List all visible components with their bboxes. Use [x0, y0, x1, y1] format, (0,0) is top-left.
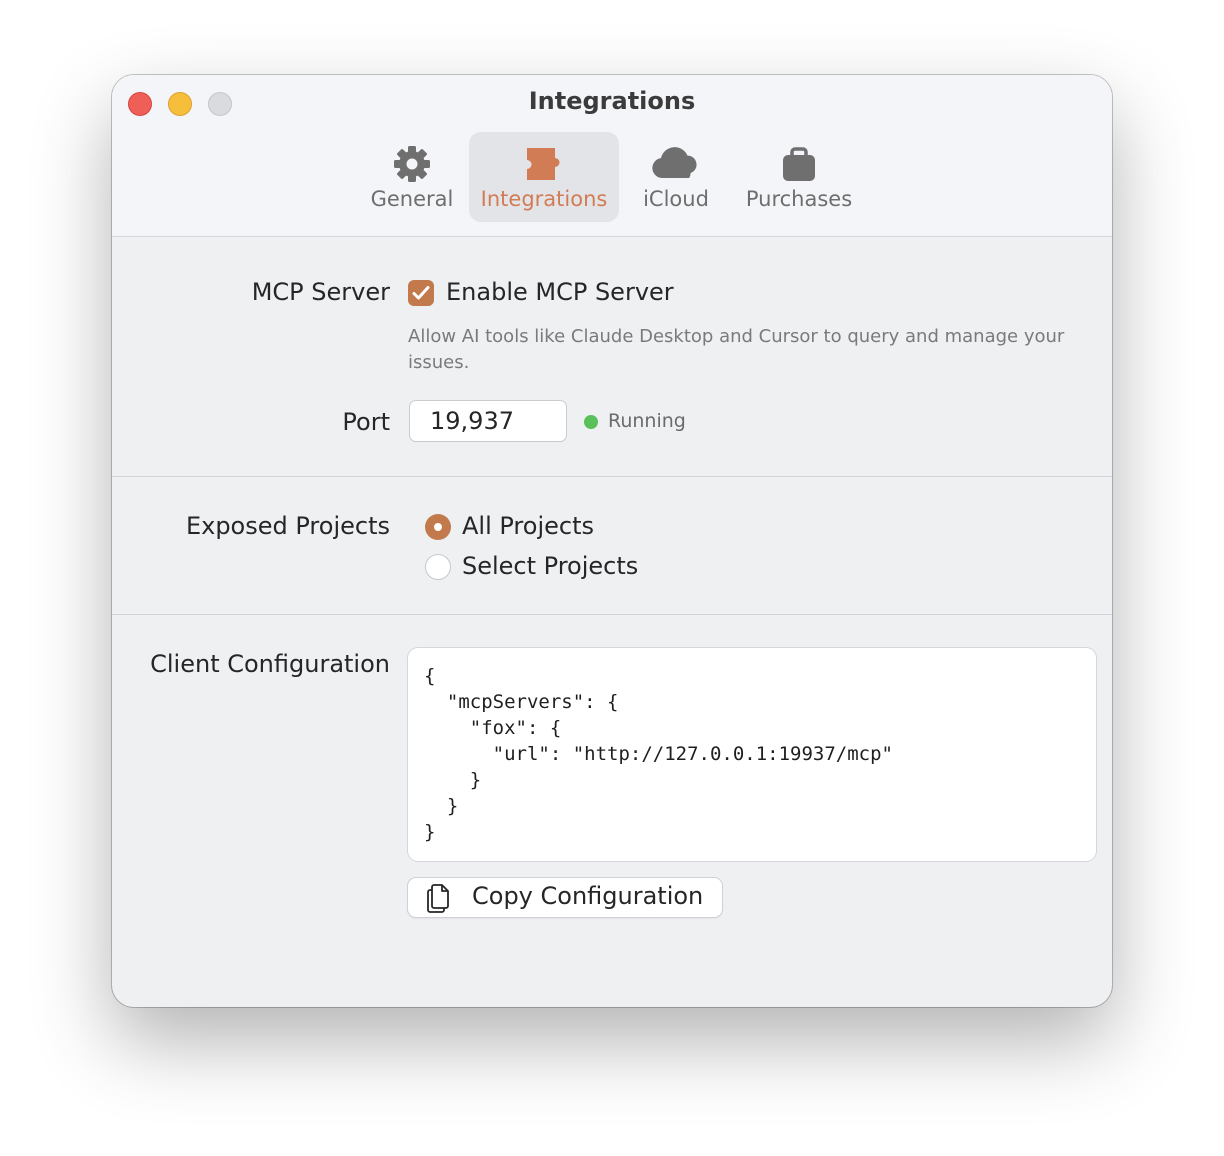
tab-icloud-label: iCloud — [643, 187, 709, 211]
code-line: "fox": { — [424, 717, 562, 739]
code-line: { — [424, 665, 436, 687]
copy-configuration-button[interactable]: Copy Configuration — [408, 878, 722, 917]
select-projects-radio[interactable] — [425, 554, 451, 580]
window-title: Integrations — [528, 87, 696, 115]
puzzle-icon — [527, 148, 560, 180]
enable-mcp-checkbox[interactable] — [408, 280, 434, 306]
bag-icon — [783, 147, 815, 181]
code-line: } — [424, 795, 459, 817]
all-projects-radio[interactable] — [425, 514, 451, 540]
tab-general-label: General — [370, 187, 454, 211]
tab-icloud[interactable]: iCloud — [628, 132, 724, 222]
section-divider — [112, 476, 1112, 477]
toolbar: Integrations General Integrations iCloud… — [112, 75, 1112, 237]
code-line: } — [424, 821, 436, 843]
code-line: } — [424, 769, 482, 791]
mcp-help-text: Allow AI tools like Claude Desktop and C… — [408, 326, 1065, 373]
copy-configuration-label: Copy Configuration — [472, 882, 704, 910]
configuration-code-view[interactable]: { "mcpServers": { "fox": { "url": "http:… — [408, 648, 1096, 861]
checkmark-icon — [412, 286, 430, 300]
status-indicator-icon — [584, 415, 598, 429]
tab-general[interactable]: General — [360, 132, 464, 222]
all-projects-label[interactable]: All Projects — [462, 512, 594, 540]
settings-window: Integrations General Integrations iCloud… — [112, 75, 1112, 1007]
tab-purchases-label: Purchases — [745, 187, 853, 211]
tab-integrations[interactable]: Integrations — [469, 132, 619, 222]
port-input[interactable] — [410, 401, 566, 441]
port-label: Port — [342, 408, 390, 436]
enable-mcp-label[interactable]: Enable MCP Server — [446, 278, 674, 306]
client-configuration-section-label: Client Configuration — [150, 650, 390, 678]
tab-integrations-label: Integrations — [480, 187, 608, 211]
section-divider — [112, 614, 1112, 615]
code-line: "url": "http://127.0.0.1:19937/mcp" — [424, 743, 893, 765]
exposed-projects-section-label: Exposed Projects — [185, 512, 390, 540]
code-line: "mcpServers": { — [424, 691, 619, 713]
gear-icon — [394, 146, 430, 182]
cloud-icon — [652, 147, 697, 178]
copy-icon — [427, 884, 449, 913]
mcp-server-section-label: MCP Server — [251, 278, 390, 306]
select-projects-label[interactable]: Select Projects — [462, 552, 638, 580]
server-status-text: Running — [608, 410, 686, 432]
tab-purchases[interactable]: Purchases — [736, 132, 862, 222]
